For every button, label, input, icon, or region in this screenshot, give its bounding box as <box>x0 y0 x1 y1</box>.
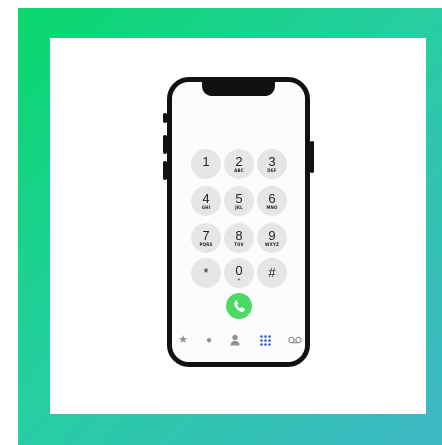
key-digit: 1 <box>202 154 210 169</box>
key-letters: TUV <box>234 242 244 247</box>
tab-bar: ★ ● <box>172 330 305 350</box>
tab-recents[interactable]: ● <box>198 330 220 350</box>
key-9[interactable]: 9 WXYZ <box>257 223 287 253</box>
tab-keypad[interactable] <box>254 330 276 350</box>
key-4[interactable]: 4 GHI <box>191 186 221 216</box>
key-5[interactable]: 5 JKL <box>224 186 254 216</box>
key-0[interactable]: 0 + <box>224 258 254 288</box>
phone-screen: 1 2 ABC 3 DEF 4 GHI 5 JKL 6 MNO 7 PQRS 8… <box>172 82 305 362</box>
key-digit: 9 <box>268 228 276 243</box>
key-letters: PQRS <box>199 242 213 247</box>
key-7[interactable]: 7 PQRS <box>191 223 221 253</box>
key-letters: MNO <box>266 205 278 210</box>
key-1[interactable]: 1 <box>191 149 221 179</box>
key-letters: ABC <box>234 168 244 173</box>
phone-device: 1 2 ABC 3 DEF 4 GHI 5 JKL 6 MNO 7 PQRS 8… <box>167 77 310 367</box>
phone-icon <box>234 300 245 313</box>
key-digit: 8 <box>235 228 243 243</box>
key-digit: 2 <box>235 154 243 169</box>
call-button[interactable] <box>226 293 252 319</box>
key-hash[interactable]: # <box>257 258 287 288</box>
phone-power-button <box>310 141 314 173</box>
keypad-icon <box>259 334 271 346</box>
contacts-icon <box>230 334 240 346</box>
key-digit: 5 <box>235 191 243 206</box>
gradient-frame: 1 2 ABC 3 DEF 4 GHI 5 JKL 6 MNO 7 PQRS 8… <box>18 8 442 445</box>
voicemail-icon <box>288 336 302 344</box>
key-3[interactable]: 3 DEF <box>257 149 287 179</box>
key-digit: * <box>203 265 209 280</box>
key-8[interactable]: 8 TUV <box>224 223 254 253</box>
white-card: 1 2 ABC 3 DEF 4 GHI 5 JKL 6 MNO 7 PQRS 8… <box>50 38 426 414</box>
key-digit: 4 <box>202 191 210 206</box>
key-star[interactable]: * <box>191 258 221 288</box>
phone-notch <box>202 82 275 96</box>
key-digit: 0 <box>235 263 243 278</box>
key-letters: + <box>237 277 241 282</box>
key-letters: WXYZ <box>264 242 280 247</box>
key-letters: JKL <box>235 205 243 210</box>
key-digit: 3 <box>268 154 276 169</box>
clock-icon: ● <box>205 335 213 346</box>
key-letters: DEF <box>267 168 277 173</box>
tab-favorites[interactable]: ★ <box>172 330 194 350</box>
key-letters: GHI <box>201 205 211 210</box>
star-icon: ★ <box>178 334 188 346</box>
key-digit: 6 <box>268 191 276 206</box>
tab-voicemail[interactable] <box>284 330 305 350</box>
key-digit: # <box>268 265 276 280</box>
tab-contacts[interactable] <box>224 330 246 350</box>
key-2[interactable]: 2 ABC <box>224 149 254 179</box>
key-digit: 7 <box>202 228 210 243</box>
key-6[interactable]: 6 MNO <box>257 186 287 216</box>
